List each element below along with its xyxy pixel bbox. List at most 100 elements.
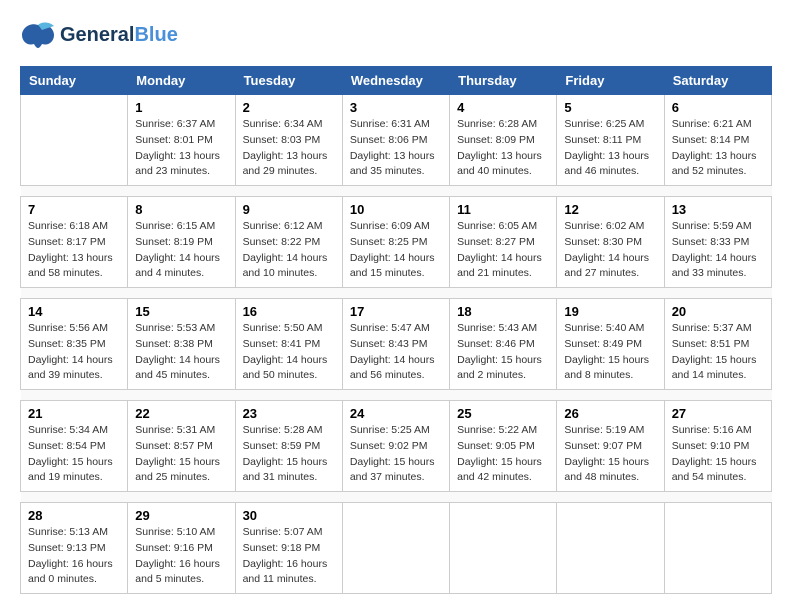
separator-cell bbox=[450, 492, 557, 503]
header-day-friday: Friday bbox=[557, 67, 664, 95]
day-number: 18 bbox=[457, 304, 549, 319]
separator-cell bbox=[450, 186, 557, 197]
day-info: Sunrise: 5:28 AMSunset: 8:59 PMDaylight:… bbox=[243, 423, 335, 486]
separator-cell bbox=[664, 288, 771, 299]
logo-text: GeneralBlue bbox=[60, 24, 178, 47]
separator-cell bbox=[557, 186, 664, 197]
day-number: 27 bbox=[672, 406, 764, 421]
day-info: Sunrise: 6:18 AMSunset: 8:17 PMDaylight:… bbox=[28, 219, 120, 282]
day-number: 2 bbox=[243, 100, 335, 115]
calendar-cell: 2 Sunrise: 6:34 AMSunset: 8:03 PMDaylight… bbox=[235, 95, 342, 186]
calendar-cell: 1 Sunrise: 6:37 AMSunset: 8:01 PMDaylight… bbox=[128, 95, 235, 186]
separator-cell bbox=[450, 390, 557, 401]
day-number: 1 bbox=[135, 100, 227, 115]
week-row-4: 21 Sunrise: 5:34 AMSunset: 8:54 PMDayligh… bbox=[21, 401, 772, 492]
calendar-cell: 13Sunrise: 5:59 AMSunset: 8:33 PMDayligh… bbox=[664, 197, 771, 288]
calendar-table: SundayMondayTuesdayWednesdayThursdayFrid… bbox=[20, 66, 772, 594]
day-number: 29 bbox=[135, 508, 227, 523]
day-info: Sunrise: 6:34 AMSunset: 8:03 PMDaylight:… bbox=[243, 117, 335, 180]
day-number: 10 bbox=[350, 202, 442, 217]
separator-cell bbox=[128, 288, 235, 299]
day-info: Sunrise: 5:47 AMSunset: 8:43 PMDaylight:… bbox=[350, 321, 442, 384]
separator-cell bbox=[342, 186, 449, 197]
separator-cell bbox=[235, 492, 342, 503]
day-number: 25 bbox=[457, 406, 549, 421]
calendar-cell: 5Sunrise: 6:25 AMSunset: 8:11 PMDaylight… bbox=[557, 95, 664, 186]
calendar-cell: 19 Sunrise: 5:40 AMSunset: 8:49 PMDayligh… bbox=[557, 299, 664, 390]
separator-cell bbox=[21, 492, 128, 503]
calendar-cell bbox=[21, 95, 128, 186]
calendar-cell: 23Sunrise: 5:28 AMSunset: 8:59 PMDayligh… bbox=[235, 401, 342, 492]
separator-cell bbox=[557, 288, 664, 299]
day-number: 15 bbox=[135, 304, 227, 319]
separator-cell bbox=[664, 492, 771, 503]
day-info: Sunrise: 5:53 AMSunset: 8:38 PMDaylight:… bbox=[135, 321, 227, 384]
week-separator bbox=[21, 288, 772, 299]
separator-cell bbox=[342, 492, 449, 503]
day-info: Sunrise: 5:40 AMSunset: 8:49 PMDaylight:… bbox=[564, 321, 656, 384]
week-separator bbox=[21, 186, 772, 197]
calendar-cell: 4Sunrise: 6:28 AMSunset: 8:09 PMDaylight… bbox=[450, 95, 557, 186]
calendar-cell bbox=[450, 503, 557, 594]
day-number: 19 bbox=[564, 304, 656, 319]
calendar-cell: 18 Sunrise: 5:43 AMSunset: 8:46 PMDayligh… bbox=[450, 299, 557, 390]
header-day-monday: Monday bbox=[128, 67, 235, 95]
calendar-cell: 29 Sunrise: 5:10 AMSunset: 9:16 PMDayligh… bbox=[128, 503, 235, 594]
day-info: Sunrise: 5:37 AMSunset: 8:51 PMDaylight:… bbox=[672, 321, 764, 384]
header-day-thursday: Thursday bbox=[450, 67, 557, 95]
day-number: 20 bbox=[672, 304, 764, 319]
calendar-cell: 21 Sunrise: 5:34 AMSunset: 8:54 PMDayligh… bbox=[21, 401, 128, 492]
day-number: 7 bbox=[28, 202, 120, 217]
day-info: Sunrise: 5:43 AMSunset: 8:46 PMDaylight:… bbox=[457, 321, 549, 384]
day-info: Sunrise: 6:37 AMSunset: 8:01 PMDaylight:… bbox=[135, 117, 227, 180]
calendar-cell bbox=[557, 503, 664, 594]
day-number: 22 bbox=[135, 406, 227, 421]
day-info: Sunrise: 6:21 AMSunset: 8:14 PMDaylight:… bbox=[672, 117, 764, 180]
day-number: 6 bbox=[672, 100, 764, 115]
calendar-cell: 22 Sunrise: 5:31 AMSunset: 8:57 PMDayligh… bbox=[128, 401, 235, 492]
day-number: 21 bbox=[28, 406, 120, 421]
day-number: 12 bbox=[564, 202, 656, 217]
separator-cell bbox=[664, 390, 771, 401]
day-number: 24 bbox=[350, 406, 442, 421]
page-header: GeneralBlue bbox=[20, 20, 772, 50]
day-info: Sunrise: 6:31 AMSunset: 8:06 PMDaylight:… bbox=[350, 117, 442, 180]
header-day-wednesday: Wednesday bbox=[342, 67, 449, 95]
calendar-cell: 14Sunrise: 5:56 AMSunset: 8:35 PMDayligh… bbox=[21, 299, 128, 390]
calendar-cell bbox=[664, 503, 771, 594]
calendar-cell: 25Sunrise: 5:22 AMSunset: 9:05 PMDayligh… bbox=[450, 401, 557, 492]
day-info: Sunrise: 6:15 AMSunset: 8:19 PMDaylight:… bbox=[135, 219, 227, 282]
calendar-cell: 30Sunrise: 5:07 AMSunset: 9:18 PMDayligh… bbox=[235, 503, 342, 594]
day-number: 11 bbox=[457, 202, 549, 217]
day-number: 13 bbox=[672, 202, 764, 217]
day-info: Sunrise: 5:34 AMSunset: 8:54 PMDaylight:… bbox=[28, 423, 120, 486]
separator-cell bbox=[342, 288, 449, 299]
separator-cell bbox=[21, 186, 128, 197]
day-info: Sunrise: 5:19 AMSunset: 9:07 PMDaylight:… bbox=[564, 423, 656, 486]
day-info: Sunrise: 6:05 AMSunset: 8:27 PMDaylight:… bbox=[457, 219, 549, 282]
day-number: 30 bbox=[243, 508, 335, 523]
calendar-header-row: SundayMondayTuesdayWednesdayThursdayFrid… bbox=[21, 67, 772, 95]
calendar-cell: 16Sunrise: 5:50 AMSunset: 8:41 PMDayligh… bbox=[235, 299, 342, 390]
week-row-2: 7 Sunrise: 6:18 AMSunset: 8:17 PMDaylight… bbox=[21, 197, 772, 288]
logo: GeneralBlue bbox=[20, 20, 178, 50]
calendar-cell: 15 Sunrise: 5:53 AMSunset: 8:38 PMDayligh… bbox=[128, 299, 235, 390]
week-separator bbox=[21, 492, 772, 503]
day-info: Sunrise: 5:25 AMSunset: 9:02 PMDaylight:… bbox=[350, 423, 442, 486]
header-day-sunday: Sunday bbox=[21, 67, 128, 95]
day-info: Sunrise: 6:02 AMSunset: 8:30 PMDaylight:… bbox=[564, 219, 656, 282]
day-info: Sunrise: 6:12 AMSunset: 8:22 PMDaylight:… bbox=[243, 219, 335, 282]
calendar-cell: 12 Sunrise: 6:02 AMSunset: 8:30 PMDayligh… bbox=[557, 197, 664, 288]
calendar-cell: 26Sunrise: 5:19 AMSunset: 9:07 PMDayligh… bbox=[557, 401, 664, 492]
day-number: 3 bbox=[350, 100, 442, 115]
logo-bird-icon bbox=[20, 20, 56, 50]
calendar-cell: 28Sunrise: 5:13 AMSunset: 9:13 PMDayligh… bbox=[21, 503, 128, 594]
day-number: 28 bbox=[28, 508, 120, 523]
day-number: 16 bbox=[243, 304, 335, 319]
separator-cell bbox=[664, 186, 771, 197]
day-info: Sunrise: 6:28 AMSunset: 8:09 PMDaylight:… bbox=[457, 117, 549, 180]
day-info: Sunrise: 5:10 AMSunset: 9:16 PMDaylight:… bbox=[135, 525, 227, 588]
separator-cell bbox=[128, 186, 235, 197]
calendar-cell: 17Sunrise: 5:47 AMSunset: 8:43 PMDayligh… bbox=[342, 299, 449, 390]
day-info: Sunrise: 5:31 AMSunset: 8:57 PMDaylight:… bbox=[135, 423, 227, 486]
